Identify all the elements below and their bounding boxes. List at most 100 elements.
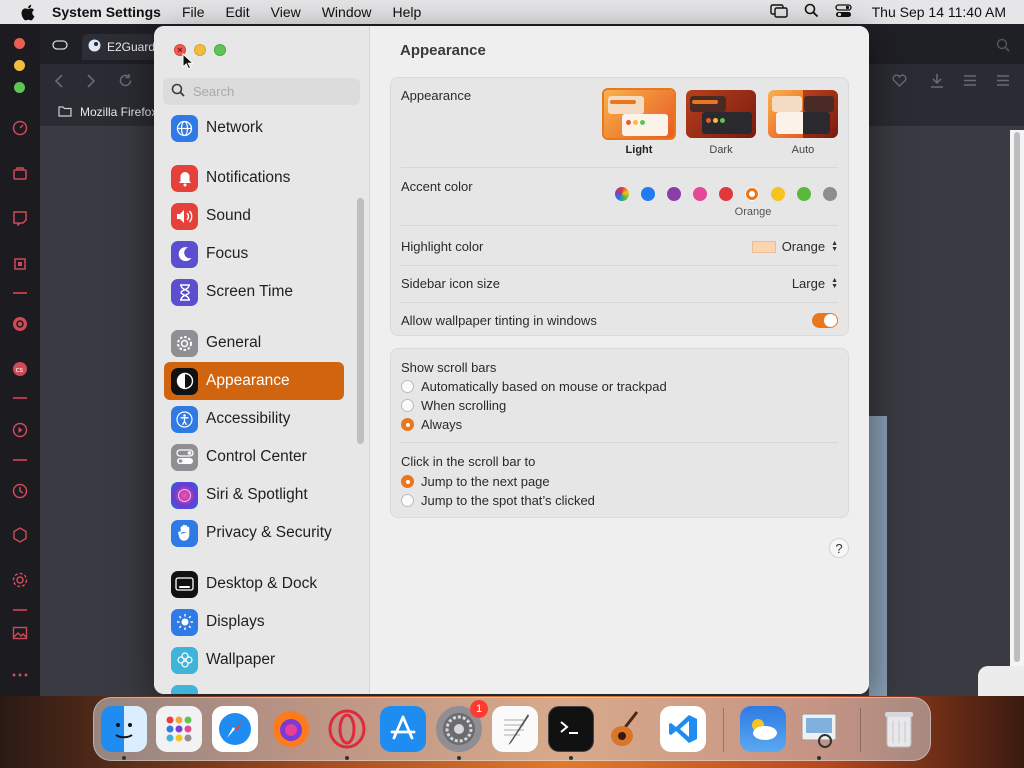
window-minimize-button[interactable] [194,44,206,56]
app-store-icon[interactable] [380,706,426,752]
screen-mirroring-icon[interactable] [769,3,788,21]
browser-search-icon[interactable] [996,38,1010,57]
menu-help[interactable]: Help [393,4,422,20]
sidebar-item-siri-spotlight[interactable]: Siri & Spotlight [164,476,344,514]
forward-icon[interactable] [86,74,96,93]
click-option-spot[interactable]: Jump to the spot that’s clicked [401,493,838,508]
vscode-icon[interactable] [660,706,706,752]
sidebar-item-control-center[interactable]: Control Center [164,438,344,476]
scroll-option-when-scrolling[interactable]: When scrolling [401,398,838,413]
more-icon[interactable] [10,665,30,685]
settings-sidebar: Search Network Notifications Sound Focus [154,26,370,694]
browser-zoom-dot[interactable] [14,82,25,93]
sidebar-item-next[interactable] [164,679,344,694]
radio-button-selected[interactable] [401,475,414,488]
accent-swatch-blue[interactable] [641,187,655,201]
sidebar-item-notifications[interactable]: Notifications [164,159,344,197]
sidebar-item-desktop-dock[interactable]: Desktop & Dock [164,565,344,603]
menu-app-name[interactable]: System Settings [52,4,161,20]
wallpaper-tinting-toggle[interactable] [812,313,838,328]
sidebar-item-wallpaper[interactable]: Wallpaper [164,641,344,679]
window-zoom-button[interactable] [214,44,226,56]
opera-icon[interactable] [324,706,370,752]
radio-button[interactable] [401,399,414,412]
sidebar-item-appearance[interactable]: Appearance [164,362,344,400]
menu-window[interactable]: Window [322,4,372,20]
accent-swatch-pink[interactable] [693,187,707,201]
sidebar-item-privacy-security[interactable]: Privacy & Security [164,514,344,552]
speed-dial-icon[interactable] [10,118,30,138]
back-icon[interactable] [54,74,64,93]
shopping-bag-icon[interactable] [10,163,30,183]
preview-icon[interactable] [796,706,842,752]
appearance-option-dark[interactable] [686,90,756,138]
bookmark-item[interactable]: Mozilla Firefox [80,105,157,119]
spotlight-search-icon[interactable] [804,3,819,21]
highlight-color-label: Highlight color [401,239,484,254]
browser-minimize-dot[interactable] [14,60,25,71]
menu-clock[interactable]: Thu Sep 14 11:40 AM [872,4,1006,20]
radio-button-selected[interactable] [401,418,414,431]
chip-icon[interactable] [10,254,30,274]
chatgpt-icon[interactable] [10,314,30,334]
cs-app-icon[interactable]: cs [10,359,30,379]
launchpad-icon[interactable] [156,706,202,752]
menu-icon[interactable] [996,74,1010,92]
appearance-option-auto[interactable] [768,90,838,138]
player-icon[interactable] [10,420,30,440]
menu-view[interactable]: View [271,4,301,20]
sidebar-item-network[interactable]: Network [164,112,344,147]
finder-icon[interactable] [101,706,147,752]
easy-setup-icon[interactable] [963,74,977,92]
highlight-color-popup[interactable]: Orange ▲ ▼ [751,239,838,254]
twitch-icon[interactable] [10,208,30,228]
click-option-next-page[interactable]: Jump to the next page [401,474,838,489]
reload-icon[interactable] [118,73,133,93]
menu-edit[interactable]: Edit [226,4,250,20]
heart-icon[interactable] [892,73,907,92]
accent-swatch-yellow[interactable] [771,187,785,201]
browser-tab[interactable]: E2Guardia [82,34,164,60]
box-icon[interactable] [10,525,30,545]
sidebar-item-displays[interactable]: Displays [164,603,344,641]
control-center-icon[interactable] [834,3,852,21]
textedit-icon[interactable] [492,706,538,752]
weather-icon[interactable] [740,706,786,752]
scroll-option-auto[interactable]: Automatically based on mouse or trackpad [401,379,838,394]
image-icon[interactable] [10,623,30,643]
sidebar-item-general[interactable]: General [164,324,344,362]
accent-swatch-multicolor[interactable] [615,187,629,201]
system-settings-icon[interactable]: 1 [436,700,488,752]
menu-file[interactable]: File [182,4,205,20]
scroll-option-always[interactable]: Always [401,417,838,432]
radio-button[interactable] [401,380,414,393]
accent-swatch-graphite[interactable] [823,187,837,201]
download-icon[interactable] [930,73,944,93]
garageband-icon[interactable] [604,706,650,752]
accent-swatch-green[interactable] [797,187,811,201]
sidebar-item-sound[interactable]: Sound [164,197,344,235]
browser-close-dot[interactable] [14,38,25,49]
appearance-option-light[interactable] [602,88,676,140]
terminal-icon[interactable] [548,706,594,752]
safari-icon[interactable] [212,706,258,752]
sidebar-item-focus[interactable]: Focus [164,235,344,273]
game-controller-icon[interactable] [52,38,68,56]
sidebar-icon-size-popup[interactable]: Large ▲ ▼ [792,276,838,291]
sidebar-scrollbar[interactable] [357,198,364,444]
settings-gear-icon[interactable] [10,570,30,590]
accent-swatch-purple[interactable] [667,187,681,201]
browser-scrollbar[interactable] [1010,130,1024,670]
help-button[interactable]: ? [829,538,849,558]
browser-scroll-thumb[interactable] [1014,132,1020,662]
sidebar-search[interactable]: Search [163,78,360,105]
accent-swatch-orange[interactable] [745,187,759,201]
firefox-icon[interactable] [268,706,314,752]
history-icon[interactable] [10,481,30,501]
radio-button[interactable] [401,494,414,507]
sidebar-item-accessibility[interactable]: Accessibility [164,400,344,438]
trash-icon[interactable] [876,706,922,752]
apple-menu-icon[interactable] [18,3,36,21]
accent-swatch-red[interactable] [719,187,733,201]
sidebar-item-screen-time[interactable]: Screen Time [164,273,344,311]
